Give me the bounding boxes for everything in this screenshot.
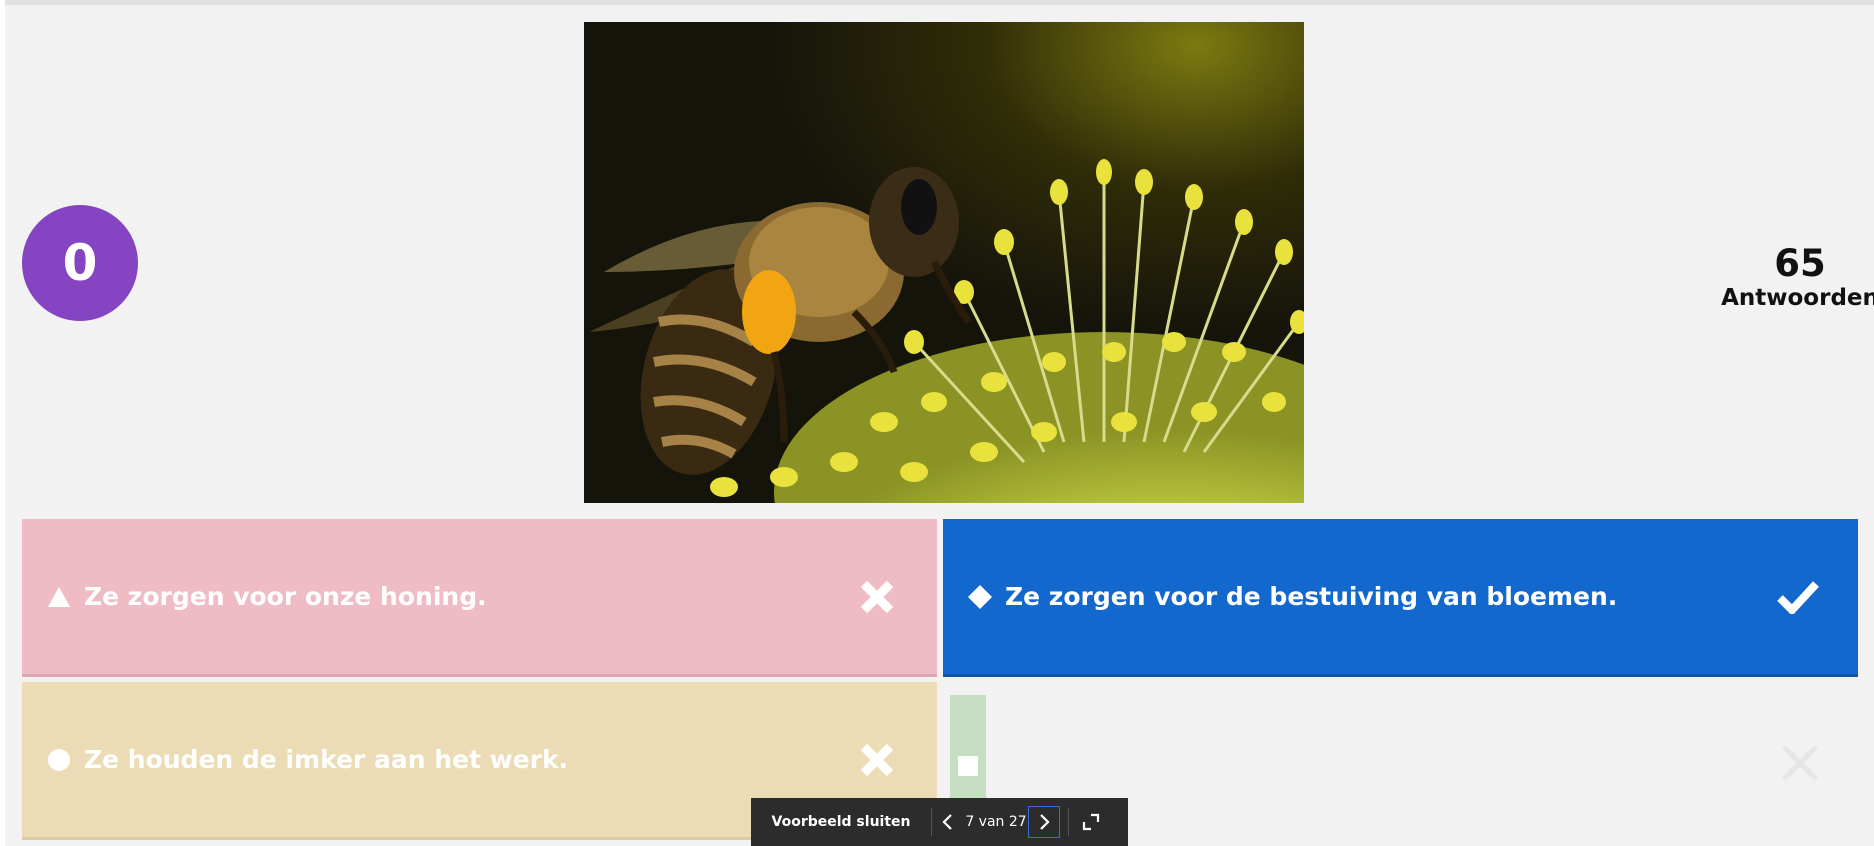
- question-image: [584, 22, 1304, 503]
- next-button[interactable]: [1028, 806, 1060, 838]
- answer-option-2[interactable]: Ze zorgen voor de bestuiving van bloemen…: [943, 519, 1858, 677]
- fullscreen-button[interactable]: [1069, 813, 1113, 831]
- diamond-icon: [967, 584, 993, 610]
- timer-value: 0: [62, 234, 98, 292]
- question-counter: 7 van 27: [965, 814, 1027, 830]
- answer-text: Ze zorgen voor de bestuiving van bloemen…: [1005, 582, 1618, 611]
- chevron-left-icon: [942, 814, 952, 830]
- fullscreen-icon: [1082, 813, 1100, 831]
- answer-option-1[interactable]: Ze zorgen voor onze honing.: [22, 519, 937, 677]
- answer-text: Ze houden de imker aan het werk.: [84, 745, 569, 774]
- left-border: [0, 0, 5, 846]
- correct-check-icon: [1776, 575, 1820, 619]
- incorrect-cross-icon: [855, 575, 899, 619]
- incorrect-cross-icon: [1778, 741, 1822, 785]
- preview-toolbar: Voorbeeld sluiten 7 van 27: [751, 798, 1128, 846]
- answer-count: 65 Antwoorden: [1720, 244, 1874, 312]
- close-preview-button[interactable]: Voorbeeld sluiten: [751, 814, 931, 830]
- timer-badge: 0: [22, 205, 138, 321]
- square-icon: [958, 755, 978, 780]
- answer-count-value: 65: [1774, 242, 1826, 285]
- answer-count-label: Antwoorden: [1721, 285, 1874, 311]
- previous-button[interactable]: [932, 806, 964, 838]
- chevron-right-icon: [1040, 814, 1050, 830]
- answer-text: Ze zorgen voor onze honing.: [84, 582, 487, 611]
- bee-photo: [584, 22, 1304, 503]
- triangle-icon: [46, 584, 72, 610]
- top-border: [0, 0, 1874, 5]
- incorrect-cross-icon: [855, 738, 899, 782]
- circle-icon: [46, 747, 72, 773]
